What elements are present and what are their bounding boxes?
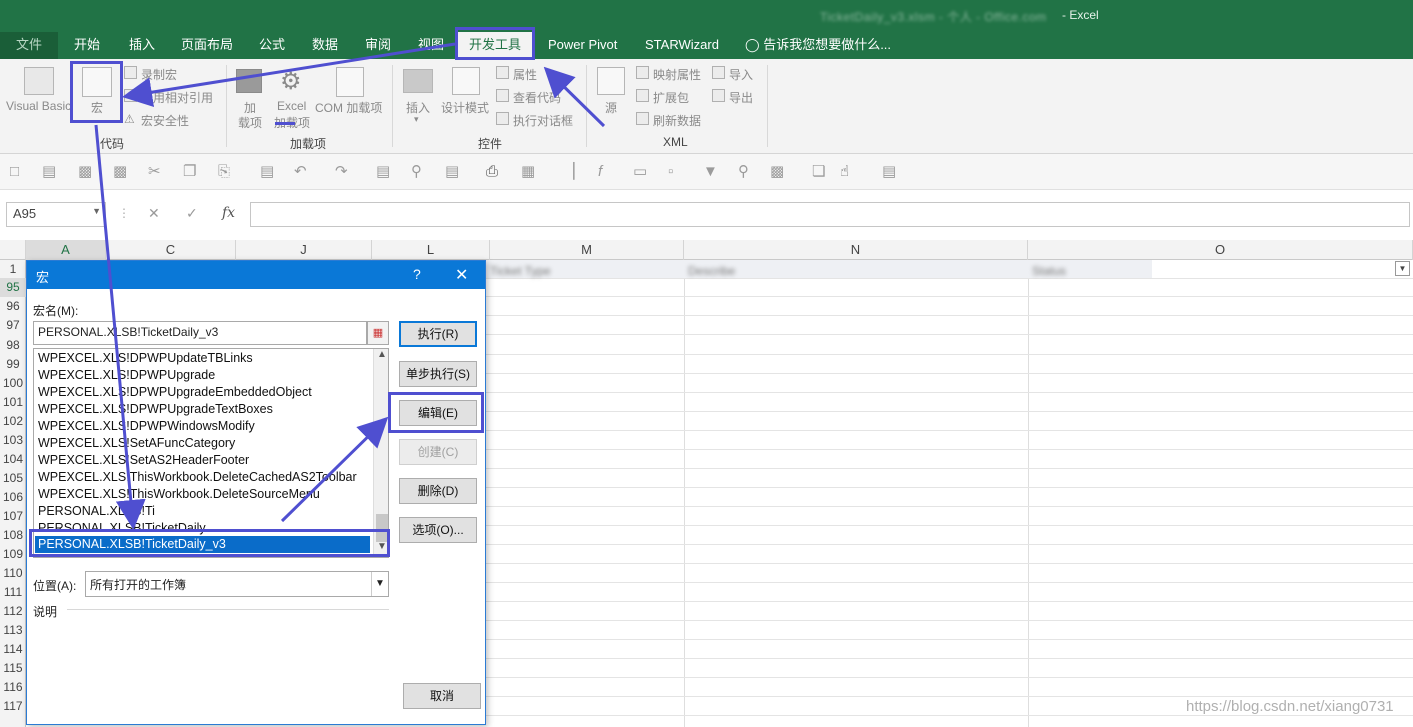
annotation-arrows [94,42,606,530]
arrow-macros-to-list [94,124,146,530]
arrow-tab-to-macros [122,42,456,108]
arrow-to-developer-tab [543,66,606,128]
watermark: https://blog.csdn.net/xiang0731 [1186,698,1394,715]
arrow-list-to-edit [280,416,389,523]
